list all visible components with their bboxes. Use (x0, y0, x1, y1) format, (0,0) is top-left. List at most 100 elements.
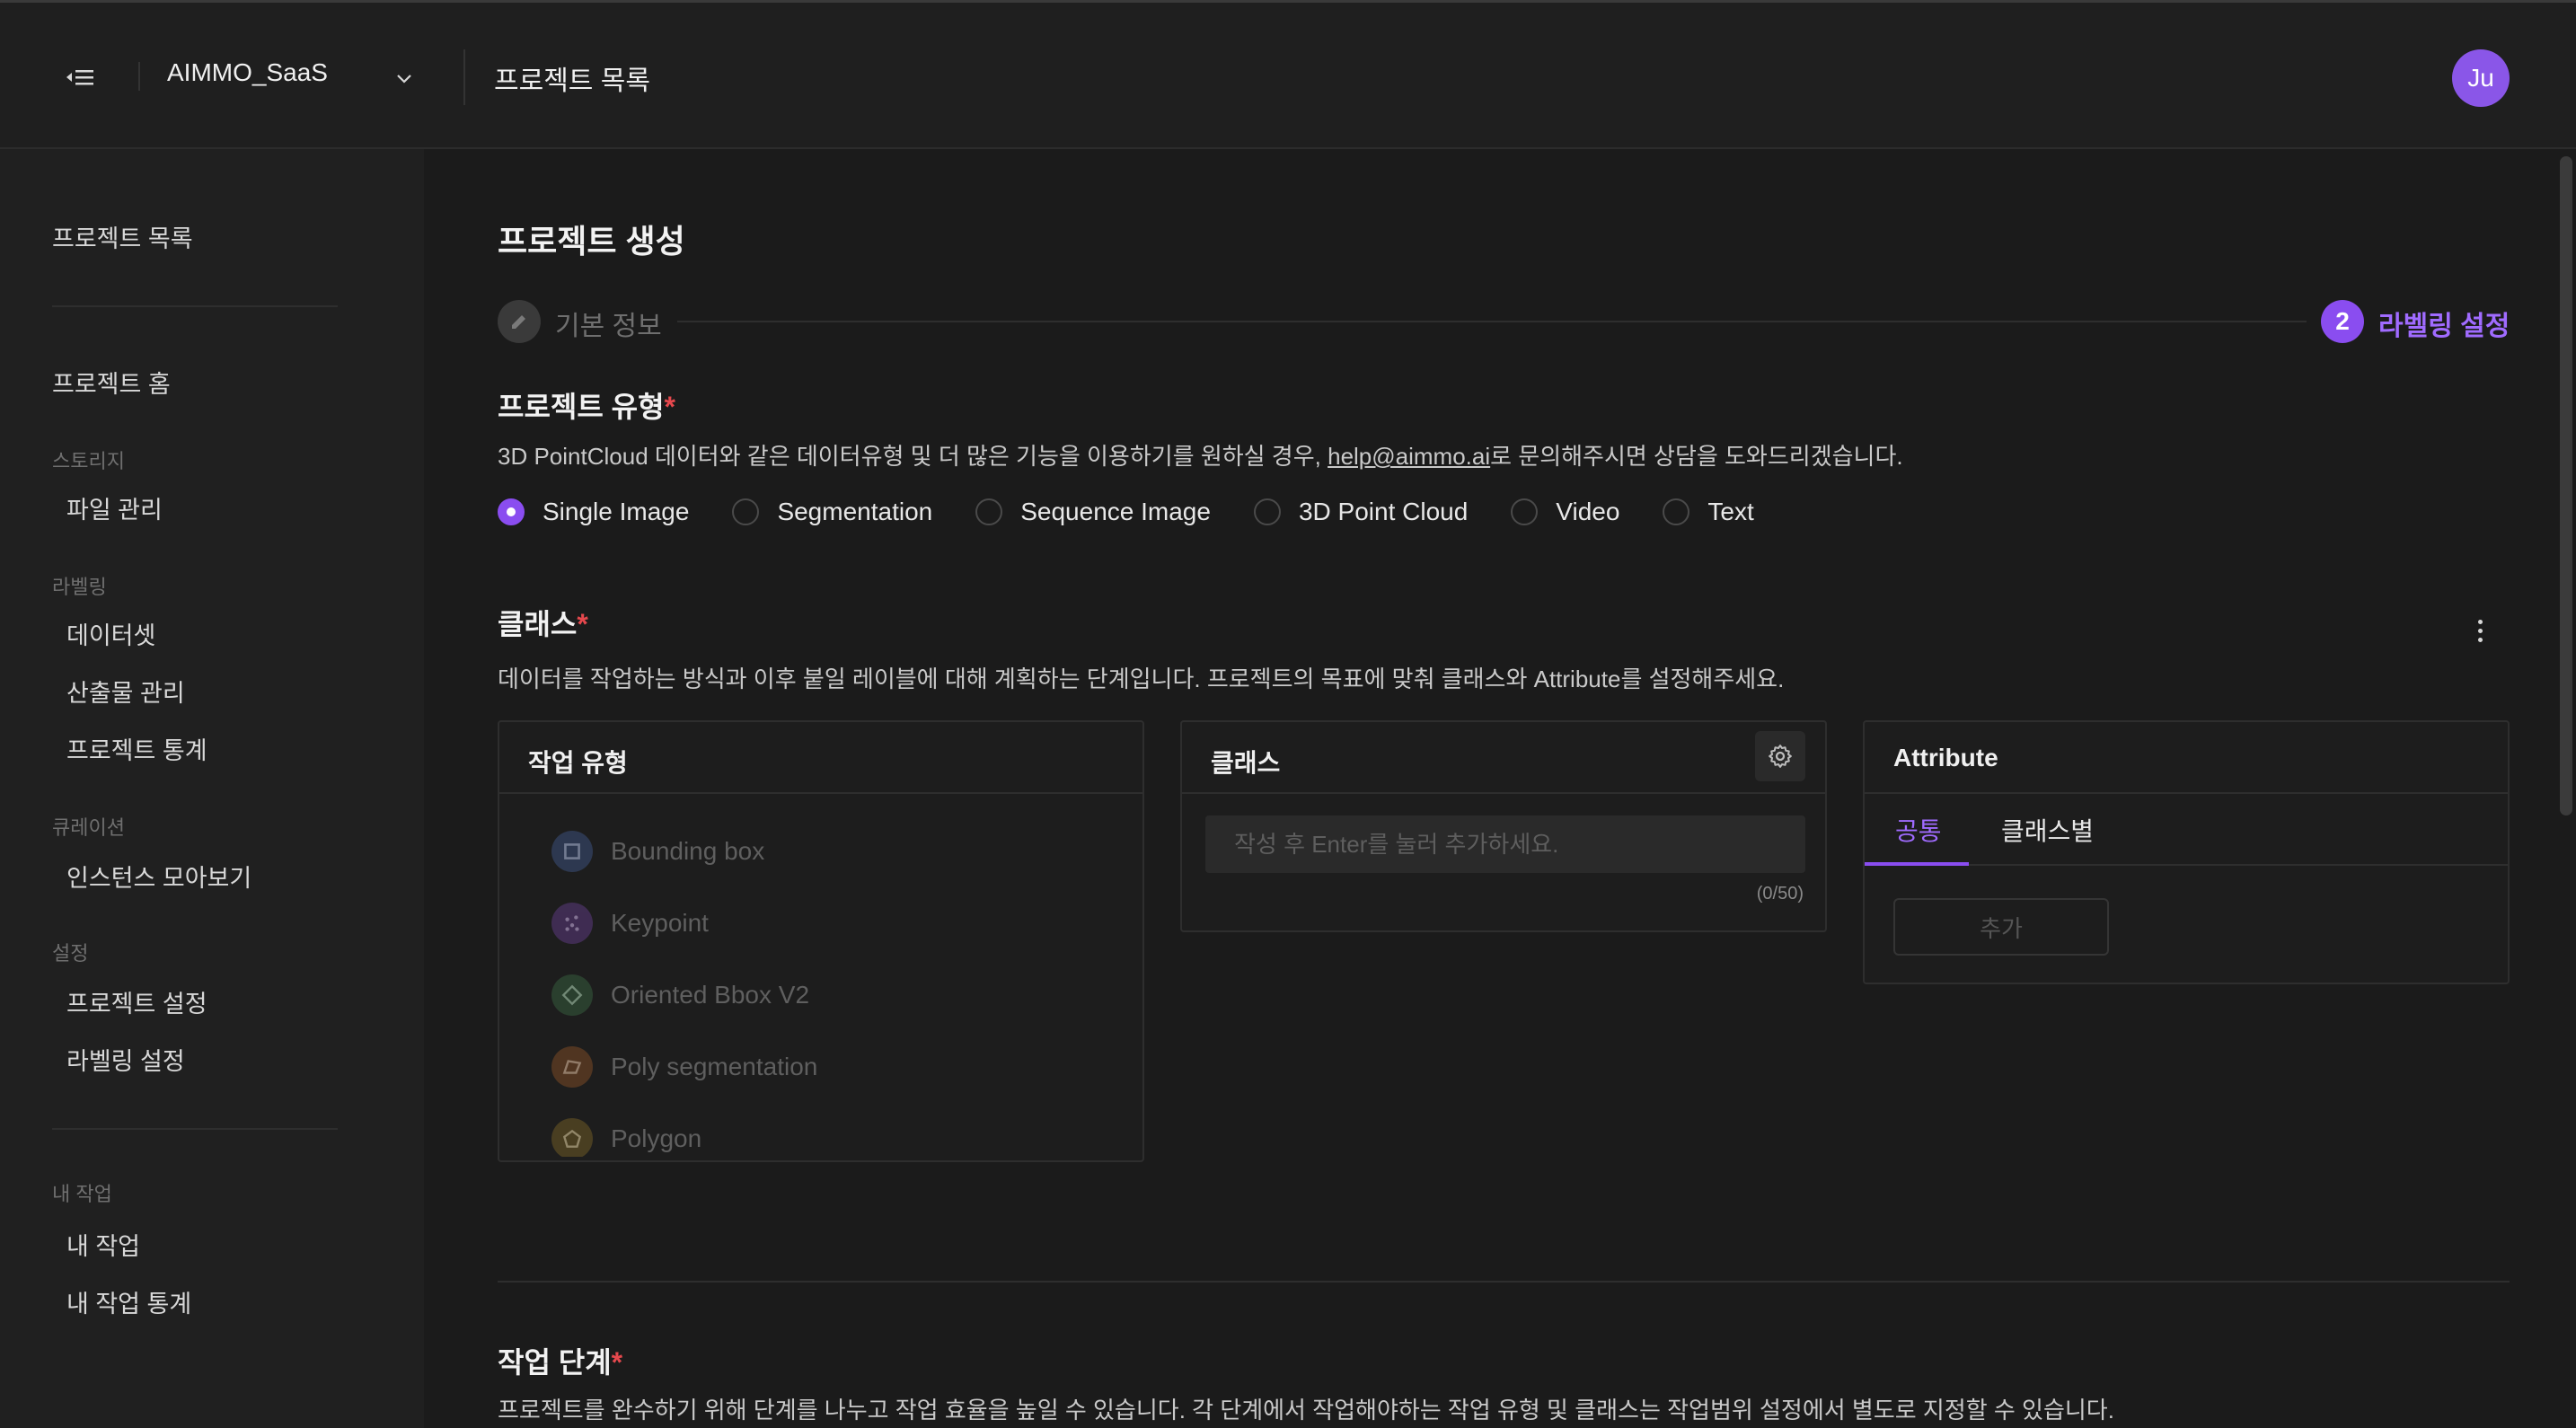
step-basic-info[interactable]: 기본 정보 (555, 304, 662, 343)
sidebar-item-project-list[interactable]: 프로젝트 목록 (52, 219, 193, 254)
pencil-icon (498, 300, 541, 343)
sidebar-item-my-work-stats[interactable]: 내 작업 통계 (66, 1284, 191, 1319)
sidebar-section-settings: 설정 (52, 942, 89, 965)
collapse-sidebar-icon[interactable] (65, 64, 97, 91)
work-type-label: Polygon (611, 1124, 702, 1152)
keypoint-icon (551, 903, 593, 944)
divider (138, 62, 140, 91)
sidebar-item-file-management[interactable]: 파일 관리 (66, 490, 163, 525)
attribute-panel: Attribute 공통 클래스별 추가 (1863, 720, 2510, 984)
radio-button[interactable] (1663, 498, 1690, 525)
class-name-input[interactable] (1205, 815, 1805, 873)
sidebar (0, 149, 424, 1428)
classes-title-text: 클래스 (498, 608, 578, 640)
required-mark: * (664, 391, 675, 423)
classes-title: 클래스* (498, 602, 588, 643)
radio-button[interactable] (498, 498, 525, 525)
project-type-radio-group: Single Image Segmentation Sequence Image… (498, 498, 1797, 526)
description-text: 3D PointCloud 데이터와 같은 데이터유형 및 더 많은 기능을 이… (498, 443, 1328, 470)
avatar[interactable]: Ju (2452, 49, 2510, 107)
help-email-link[interactable]: help@aimmo.ai (1328, 443, 1490, 470)
radio-button[interactable] (1253, 498, 1281, 525)
scrollbar-thumb[interactable] (2560, 156, 2572, 815)
work-type-label: Poly segmentation (611, 1053, 818, 1080)
divider (463, 49, 465, 105)
polygon-icon (551, 1118, 593, 1157)
project-type-title: 프로젝트 유형* (498, 384, 675, 426)
radio-video[interactable]: Video (1511, 498, 1619, 526)
divider (52, 1128, 338, 1130)
radio-label: 3D Point Cloud (1298, 498, 1469, 525)
sidebar-section-labeling: 라벨링 (52, 576, 107, 598)
tab-per-class[interactable]: 클래스별 (2001, 812, 2094, 848)
more-options-icon[interactable] (2466, 614, 2493, 647)
sidebar-item-project-home[interactable]: 프로젝트 홈 (52, 365, 171, 400)
active-tab-indicator (1865, 862, 1969, 866)
work-type-polygon[interactable]: Polygon (551, 1103, 1090, 1157)
panel-header: 작업 유형 (499, 722, 1142, 794)
bounding-box-icon (551, 831, 593, 872)
work-type-poly-segmentation[interactable]: Poly segmentation (551, 1031, 1090, 1103)
panel-header: 클래스 (1182, 722, 1825, 794)
radio-3d-point-cloud[interactable]: 3D Point Cloud (1253, 498, 1469, 526)
work-type-panel: 작업 유형 Bounding box Keypoint Oriented Bbo… (498, 720, 1144, 1162)
radio-button[interactable] (975, 498, 1003, 525)
radio-single-image[interactable]: Single Image (498, 498, 689, 526)
sidebar-item-labeling-settings[interactable]: 라벨링 설정 (66, 1042, 185, 1077)
page-title: 프로젝트 생성 (498, 223, 685, 260)
work-type-label: Keypoint (611, 909, 709, 937)
radio-button[interactable] (732, 498, 760, 525)
work-stage-description: 프로젝트를 완수하기 위해 단계를 나누고 작업 효율을 높일 수 있습니다. … (498, 1397, 2114, 1424)
work-type-keypoint[interactable]: Keypoint (551, 887, 1090, 959)
step-number-badge: 2 (2321, 300, 2364, 343)
radio-label: Text (1707, 498, 1754, 525)
gear-icon[interactable] (1755, 731, 1805, 781)
add-attribute-button[interactable]: 추가 (1893, 898, 2109, 956)
tab-common[interactable]: 공통 (1895, 812, 1942, 848)
radio-text[interactable]: Text (1663, 498, 1754, 526)
radio-label: Segmentation (777, 498, 933, 525)
sidebar-section-curation: 큐레이션 (52, 816, 125, 839)
step-labeling-settings[interactable]: 라벨링 설정 (2378, 304, 2510, 343)
sidebar-item-dataset[interactable]: 데이터셋 (66, 616, 155, 651)
work-stage-title-text: 작업 단계 (498, 1346, 612, 1379)
stepper-line (677, 321, 2307, 322)
required-mark: * (611, 1346, 623, 1379)
sidebar-item-instances[interactable]: 인스턴스 모아보기 (66, 859, 251, 894)
sidebar-item-project-stats[interactable]: 프로젝트 통계 (66, 731, 207, 766)
panel-header: Attribute (1865, 722, 2508, 794)
work-type-list: Bounding box Keypoint Oriented Bbox V2 P… (551, 815, 1090, 1157)
work-type-bounding-box[interactable]: Bounding box (551, 815, 1090, 887)
header-title: 프로젝트 목록 (494, 66, 650, 96)
poly-segmentation-icon (551, 1046, 593, 1088)
project-type-description: 3D PointCloud 데이터와 같은 데이터유형 및 더 많은 기능을 이… (498, 438, 1903, 472)
radio-label: Single Image (543, 498, 690, 525)
radio-segmentation[interactable]: Segmentation (732, 498, 932, 526)
sidebar-item-project-settings[interactable]: 프로젝트 설정 (66, 984, 207, 1019)
work-type-label: Oriented Bbox V2 (611, 981, 810, 1009)
top-bar: AIMMO_SaaS 프로젝트 목록 Ju (0, 0, 2576, 149)
workspace-selector[interactable]: AIMMO_SaaS (167, 58, 328, 87)
sidebar-item-my-work[interactable]: 내 작업 (66, 1227, 140, 1262)
radio-sequence-image[interactable]: Sequence Image (975, 498, 1211, 526)
class-panel: 클래스 (0/50) (1180, 720, 1827, 932)
work-type-label: Bounding box (611, 837, 765, 865)
chevron-down-icon[interactable] (393, 67, 415, 89)
description-text: 로 문의해주시면 상담을 도와드리겠습니다. (1490, 443, 1903, 470)
radio-button[interactable] (1511, 498, 1539, 525)
attribute-panel-title: Attribute (1893, 744, 1998, 771)
project-type-title-text: 프로젝트 유형 (498, 391, 665, 423)
work-type-title: 작업 유형 (528, 749, 628, 777)
sidebar-section-storage: 스토리지 (52, 450, 125, 472)
class-panel-title: 클래스 (1211, 749, 1281, 777)
radio-label: Video (1556, 498, 1620, 525)
oriented-bbox-icon (551, 974, 593, 1016)
required-mark: * (577, 608, 588, 640)
sidebar-item-outputs[interactable]: 산출물 관리 (66, 674, 185, 709)
sidebar-section-my-work: 내 작업 (52, 1183, 112, 1205)
divider (52, 305, 338, 307)
attribute-tabs: 공통 클래스별 (1865, 794, 2508, 866)
divider (498, 1281, 2510, 1283)
class-counter: (0/50) (1756, 884, 1804, 904)
work-type-oriented-bbox[interactable]: Oriented Bbox V2 (551, 959, 1090, 1031)
